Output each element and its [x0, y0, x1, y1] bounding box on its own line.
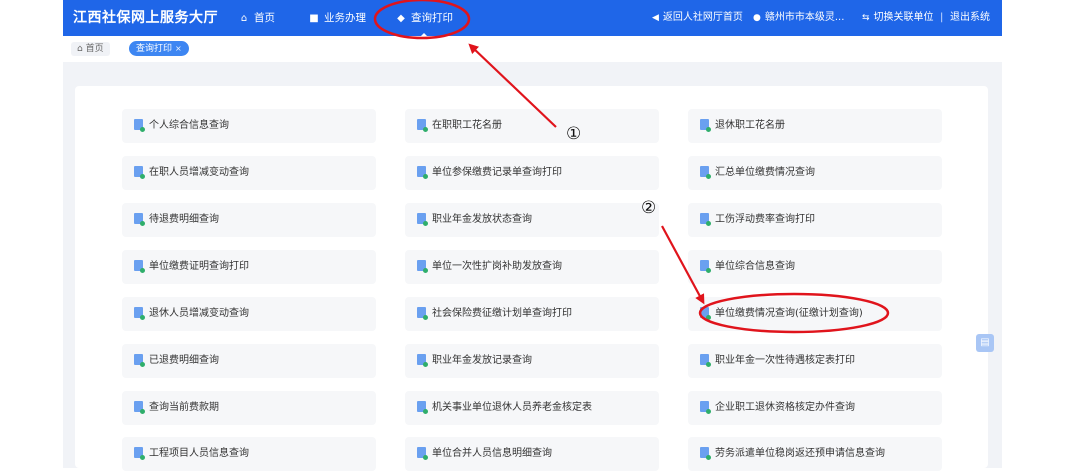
callout-2: ②: [641, 198, 657, 218]
arrow-2: [661, 225, 705, 305]
highlight-ellipse-1: [373, 0, 471, 40]
annotation-overlay: [373, 0, 890, 334]
callout-1: ①: [566, 124, 582, 144]
arrow-1: [468, 43, 557, 128]
highlight-ellipse-2: [698, 292, 890, 334]
